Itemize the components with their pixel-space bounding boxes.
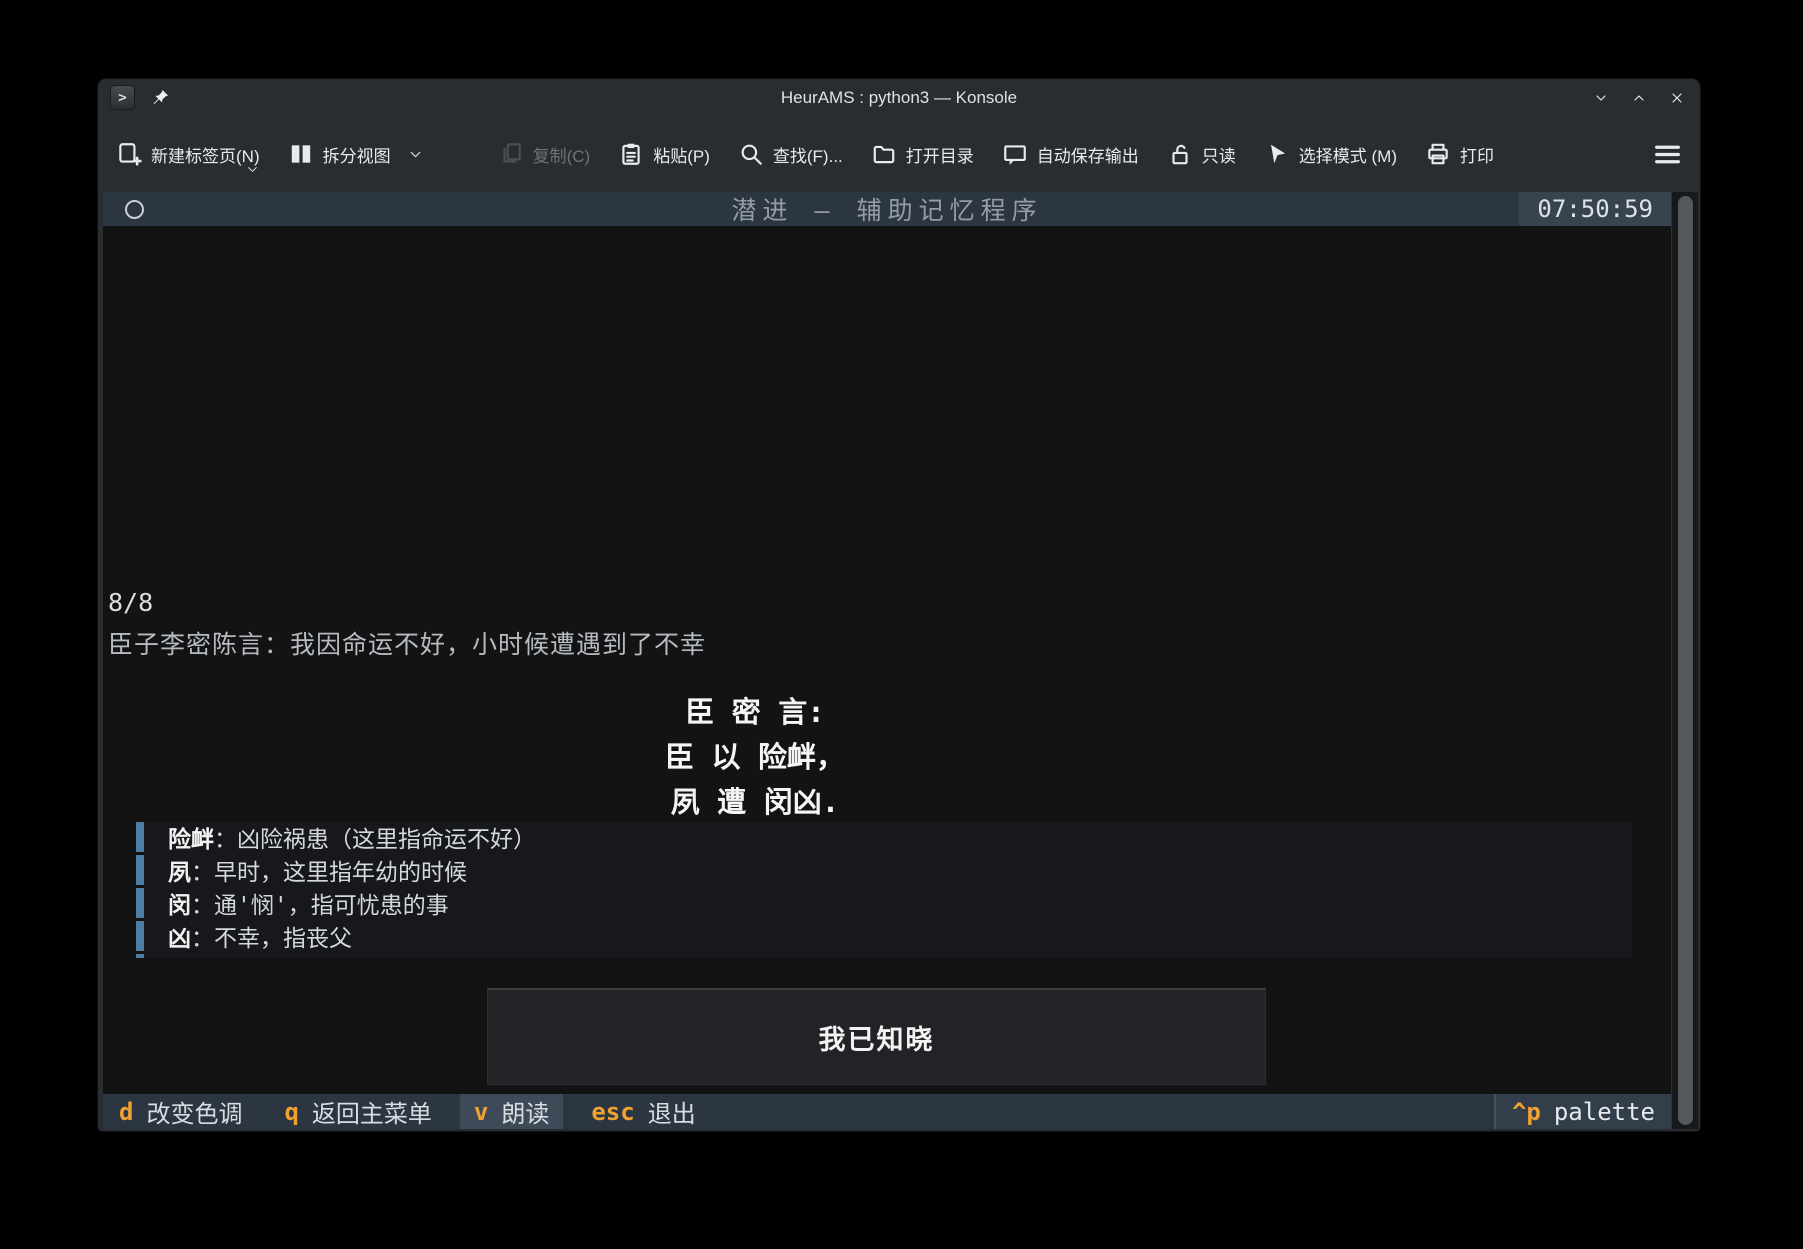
paste-icon [618, 141, 644, 167]
annotation-term: 险衅 [168, 827, 214, 853]
toolbar-item-split-view[interactable]: 拆分视图 [288, 141, 424, 167]
titlebar[interactable]: > HeurAMS : python3 — Konsole [98, 79, 1700, 116]
footer-key-letter: d [119, 1098, 133, 1126]
window-title: HeurAMS : python3 — Konsole [98, 88, 1700, 108]
chevron-down-icon [245, 162, 260, 177]
toolbar-item-new-tab[interactable]: 新建标签页(N) [116, 141, 260, 167]
tui-clock: 07:50:59 [1519, 192, 1671, 226]
toolbar-item-paste[interactable]: 粘贴(P) [618, 141, 710, 167]
terminal-screen: 潜进 – 辅助记忆程序 07:50:59 8/8 臣子李密陈言：我因命运不好，小… [103, 192, 1671, 1129]
annotation-line: 险衅：凶险祸患（这里指命运不好） [168, 824, 1632, 857]
toolbar-item-copy[interactable]: 复制(C) [498, 141, 591, 167]
verse-line: 夙 遭 闵凶. [103, 780, 1407, 825]
output-icon [1002, 141, 1028, 167]
footer-key-letter: v [474, 1098, 488, 1126]
hamburger-menu-icon[interactable] [1653, 140, 1682, 169]
toolbar-item-label: 打印 [1460, 142, 1494, 167]
annotation-term: 夙 [168, 860, 191, 886]
toolbar-item-read-only[interactable]: 只读 [1167, 141, 1236, 167]
toolbar-item-print[interactable]: 打印 [1425, 141, 1494, 167]
toolbar-item-label: 查找(F)... [773, 142, 843, 167]
annotation-line: 闵：通'悯'，指可忧患的事 [168, 890, 1632, 923]
annotation-desc: ：通'悯'，指可忧患的事 [191, 893, 449, 919]
cursor-icon [1264, 141, 1290, 167]
folder-icon [871, 141, 897, 167]
footer-key-label: 退出 [648, 1094, 696, 1129]
annotation-box: 险衅：凶险祸患（这里指命运不好） 夙：早时，这里指年幼的时候 闵：通'悯'，指可… [136, 822, 1632, 958]
printer-icon [1425, 141, 1451, 167]
verse-line: 臣 以 险衅， [103, 735, 1407, 780]
translation-hint: 臣子李密陈言：我因命运不好，小时候遭遇到了不幸 [108, 625, 706, 661]
chevron-down-icon [407, 146, 424, 163]
close-button[interactable] [1666, 87, 1688, 109]
scrollbar-thumb[interactable] [1678, 196, 1693, 1125]
verse-line: 臣 密 言: [103, 690, 1407, 735]
toolbar-item-label: 自动保存输出 [1037, 142, 1139, 167]
toolbar-item-open-directory[interactable]: 打开目录 [871, 141, 974, 167]
toolbar-item-label: 新建标签页(N) [151, 142, 260, 167]
toolbar-item-label: 选择模式 (M) [1299, 142, 1397, 167]
footer-key-letter: esc [591, 1098, 634, 1126]
toolbar-item-select-mode[interactable]: 选择模式 (M) [1264, 141, 1397, 167]
window-controls [1590, 87, 1688, 109]
footer-key-v[interactable]: v 朗读 [460, 1094, 563, 1129]
acknowledge-button[interactable]: 我已知晓 [487, 988, 1266, 1085]
footer-key-letter: q [284, 1098, 298, 1126]
toolbar-item-label: 粘贴(P) [653, 142, 710, 167]
palette-label: palette [1554, 1098, 1655, 1126]
toolbar-item-autosave-output[interactable]: 自动保存输出 [1002, 141, 1139, 167]
maximize-button[interactable] [1628, 87, 1650, 109]
lock-icon [1167, 141, 1193, 167]
toolbar-item-label: 复制(C) [533, 142, 591, 167]
toolbar-item-label: 只读 [1202, 142, 1236, 167]
footer-key-q[interactable]: q 返回主菜单 [270, 1094, 445, 1129]
tui-title: 潜进 – 辅助记忆程序 [103, 191, 1671, 227]
annotation-desc: ：早时，这里指年幼的时候 [191, 860, 467, 886]
footer-key-d[interactable]: d 改变色调 [105, 1094, 256, 1129]
toolbar-item-find[interactable]: 查找(F)... [738, 141, 843, 167]
annotation-desc: ：凶险祸患（这里指命运不好） [214, 827, 536, 853]
tui-content: 8/8 臣子李密陈言：我因命运不好，小时候遭遇到了不幸 臣 密 言:臣 以 险衅… [103, 226, 1671, 1094]
split-view-icon [288, 141, 314, 167]
footer-key-label: 朗读 [501, 1094, 549, 1129]
copy-icon [498, 141, 524, 167]
footer-key-esc[interactable]: esc 退出 [577, 1094, 709, 1129]
toolbar-item-label: 拆分视图 [323, 142, 391, 167]
verse-block: 臣 密 言:臣 以 险衅，夙 遭 闵凶. [103, 690, 1407, 825]
footer-key-label: 改变色调 [146, 1094, 242, 1129]
main-toolbar: 新建标签页(N) 拆分视图 复制(C) 粘贴(P) 查找(F)... 打开目录 … [98, 116, 1700, 192]
tui-footer-bar: d 改变色调 q 返回主菜单 v 朗读 esc 退出 ^p palette [103, 1094, 1671, 1129]
annotation-term: 凶 [168, 926, 191, 952]
konsole-window: > HeurAMS : python3 — Konsole 新建标签页(N) 拆… [97, 78, 1701, 1132]
annotation-line: 凶：不幸，指丧父 [168, 923, 1632, 956]
search-icon [738, 141, 764, 167]
footer-key-label: 返回主菜单 [312, 1094, 432, 1129]
palette-key: ^p [1512, 1098, 1541, 1126]
annotation-term: 闵 [168, 893, 191, 919]
annotation-line: 夙：早时，这里指年幼的时候 [168, 857, 1632, 890]
minimize-button[interactable] [1590, 87, 1612, 109]
tui-header-bar: 潜进 – 辅助记忆程序 07:50:59 [103, 192, 1671, 226]
terminal-area: 潜进 – 辅助记忆程序 07:50:59 8/8 臣子李密陈言：我因命运不好，小… [103, 192, 1698, 1129]
toolbar-item-label: 打开目录 [906, 142, 974, 167]
palette-shortcut[interactable]: ^p palette [1494, 1094, 1671, 1129]
scrollbar-track[interactable] [1671, 192, 1698, 1129]
progress-counter: 8/8 [108, 588, 153, 617]
annotation-desc: ：不幸，指丧父 [191, 926, 352, 952]
new-tab-icon [116, 141, 142, 167]
